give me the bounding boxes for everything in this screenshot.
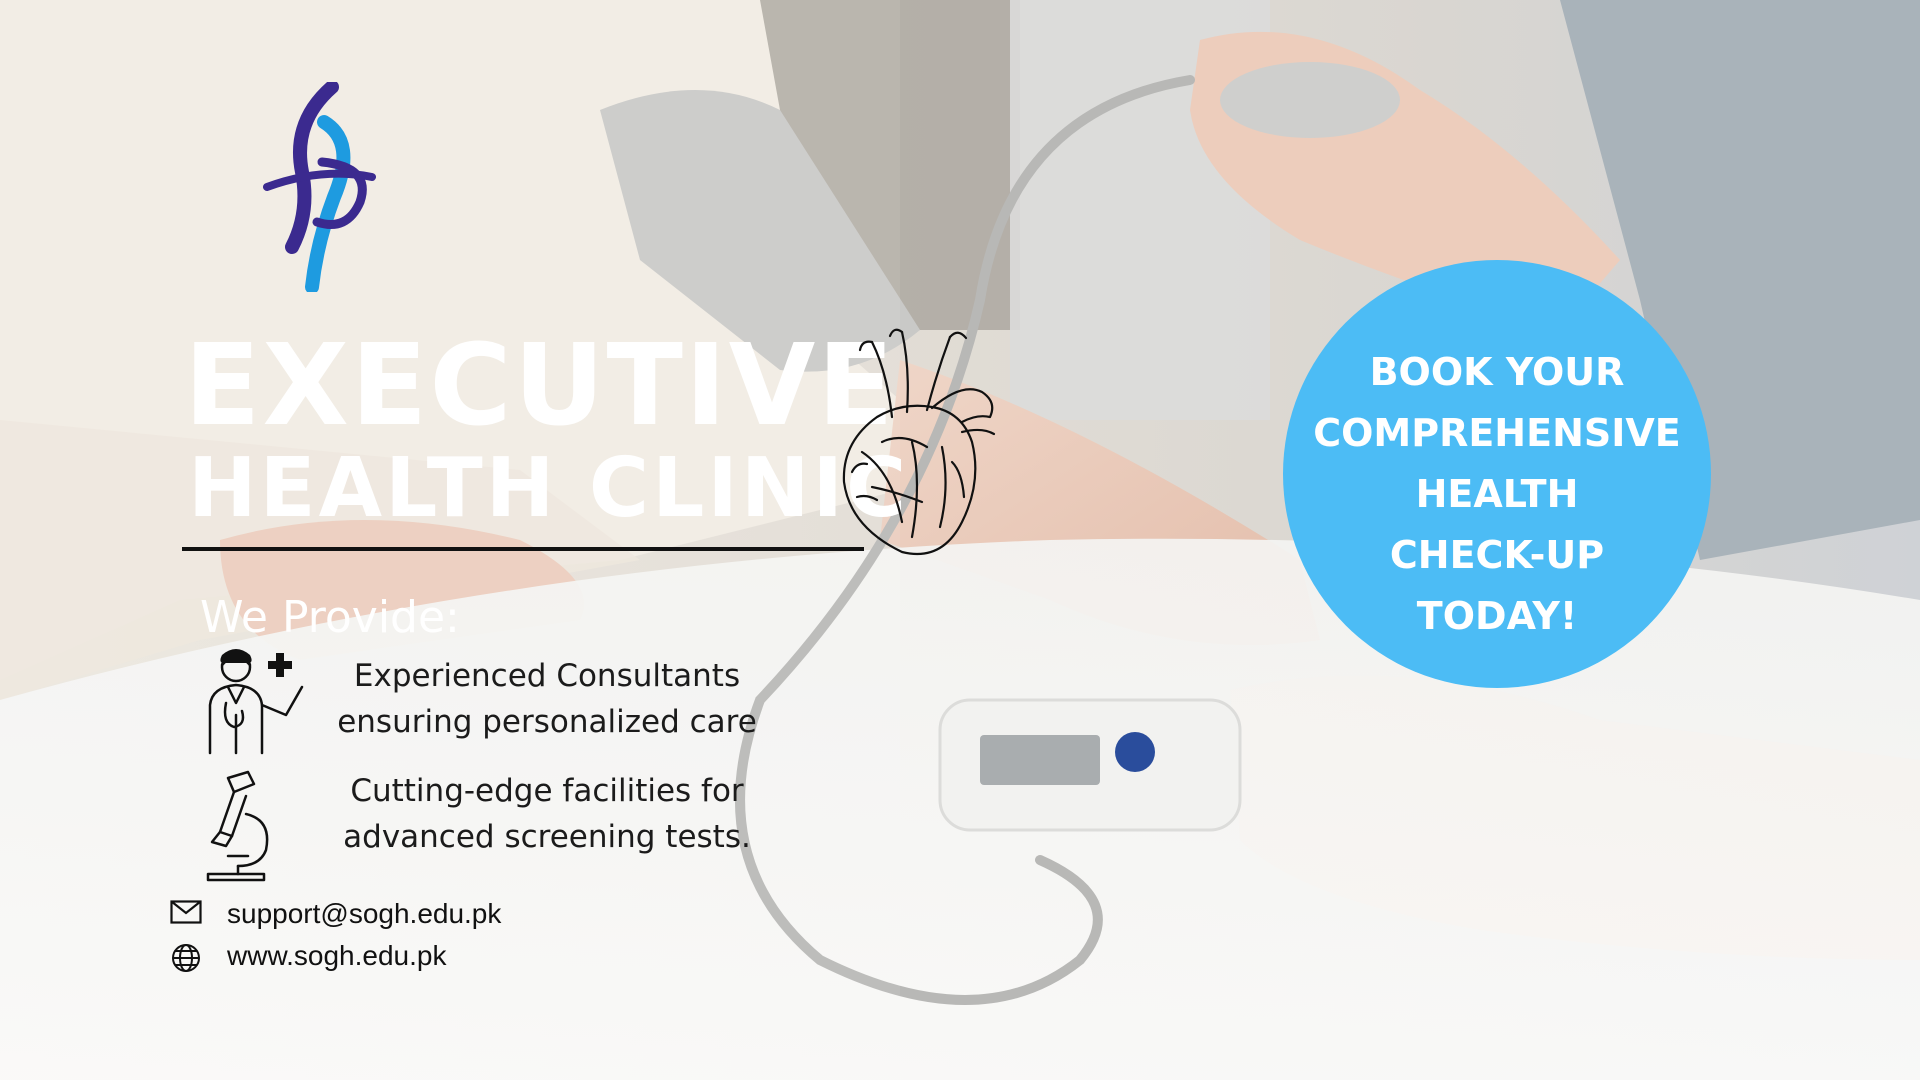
doctor-icon bbox=[208, 649, 304, 755]
service-facilities-line2: advanced screening tests. bbox=[343, 819, 751, 855]
book-checkup-cta[interactable]: BOOK YOUR COMPREHENSIVE HEALTH CHECK-UP … bbox=[1283, 260, 1711, 688]
service-consultants-line1: Experienced Consultants bbox=[353, 658, 741, 694]
cta-line-1: BOOK YOUR bbox=[1369, 350, 1625, 394]
service-consultants-line2: ensuring personalized care bbox=[337, 704, 757, 740]
title-divider bbox=[182, 547, 864, 551]
website-link[interactable]: www.sogh.edu.pk bbox=[227, 940, 446, 972]
we-provide-heading: We Provide: bbox=[200, 592, 460, 643]
service-facilities-line1: Cutting-edge facilities for bbox=[350, 773, 744, 809]
service-facilities: Cutting-edge facilities for advanced scr… bbox=[327, 768, 767, 860]
cta-line-4: CHECK-UP bbox=[1389, 533, 1605, 577]
cta-line-2: COMPREHENSIVE bbox=[1313, 411, 1681, 455]
title-health-clinic: HEALTH CLINIC bbox=[188, 441, 910, 536]
hospital-logo-icon bbox=[263, 82, 376, 292]
mail-icon bbox=[170, 900, 202, 924]
cta-line-5: TODAY! bbox=[1416, 594, 1578, 638]
globe-icon bbox=[172, 944, 200, 972]
anatomical-heart-icon bbox=[842, 328, 996, 556]
cta-line-3: HEALTH bbox=[1415, 472, 1579, 516]
cta-text: BOOK YOUR COMPREHENSIVE HEALTH CHECK-UP … bbox=[1283, 342, 1711, 647]
microscope-icon bbox=[206, 770, 269, 882]
email-link[interactable]: support@sogh.edu.pk bbox=[227, 898, 501, 930]
service-consultants: Experienced Consultants ensuring persona… bbox=[327, 653, 767, 745]
title-executive: EXECUTIVE bbox=[184, 321, 896, 451]
poster: EXECUTIVE HEALTH CLINIC We Provide: Expe… bbox=[0, 0, 1920, 1080]
